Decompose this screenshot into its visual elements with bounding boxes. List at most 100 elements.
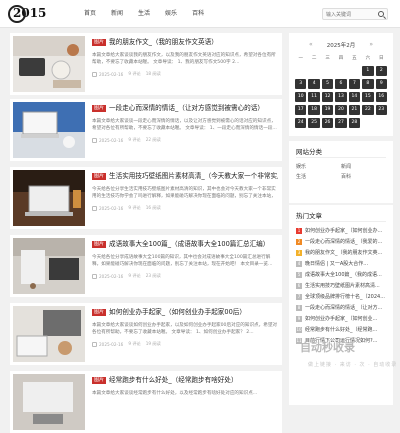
post-date: 2025-02-16 (99, 273, 124, 279)
calendar-day[interactable]: 2 (375, 66, 387, 76)
post-meta: 2025-02-16 9 评论 16 阅读 (92, 205, 278, 211)
category-badge[interactable]: 图片 (92, 173, 107, 180)
calendar-day[interactable]: 7 (348, 79, 361, 89)
category-badge[interactable]: 图片 (92, 309, 107, 316)
calendar-day[interactable]: 12 (321, 92, 334, 102)
post-title[interactable]: 图片生活实用技巧壁纸图片素材高清_（今天教大家一个非常实用的生活... (92, 171, 278, 181)
post-views: 19 阅读 (145, 341, 161, 346)
search-icon[interactable] (378, 11, 384, 17)
post-excerpt: 本篇文章给大家谈谈如何创业办手起家，以及如何创业办手起家00后对应的知识点，希望… (92, 323, 278, 335)
calendar-day[interactable]: 18 (308, 105, 320, 115)
category-link[interactable]: 百科 (341, 173, 386, 180)
list-item[interactable]: 8 一段走心而深情的情话_（让对方... (296, 302, 388, 313)
calendar-weekday: 一 (298, 56, 303, 61)
post-thumbnail[interactable] (13, 36, 85, 92)
post-meta: 2025-02-16 9 评论 19 阅读 (92, 341, 278, 347)
calendar-header: « 2025年2月 » (289, 41, 393, 49)
post-list: 图片 我的朋友作文_（我的朋友作文英语） 本篇文章给大家谈谈我的朋友作文，以及我的… (10, 33, 282, 433)
calendar-weekday: 二 (311, 56, 317, 61)
calendar-weekday: 五 (352, 56, 357, 61)
calendar-day[interactable]: 10 (295, 92, 307, 102)
calendar-day[interactable]: 14 (348, 92, 361, 102)
post-thumbnail[interactable] (13, 238, 85, 294)
calendar-day[interactable]: 28 (348, 118, 361, 128)
nav-item-news[interactable]: 新闻 (111, 0, 123, 28)
post-comments: 9 评论 (128, 71, 141, 76)
calendar-day[interactable]: 6 (335, 79, 347, 89)
category-link[interactable]: 娱乐 (296, 163, 341, 170)
post-card: 图片 成语故事大全100篇_（成语故事大全100篇汇总汇编） 今天给各位分享成语故… (10, 235, 282, 297)
divider (296, 157, 386, 158)
nav-item-home[interactable]: 首页 (84, 0, 96, 28)
calendar-day[interactable]: 15 (362, 92, 374, 102)
post-thumbnail[interactable] (13, 306, 85, 362)
calendar-day[interactable]: 5 (321, 79, 334, 89)
calendar-day[interactable]: 27 (335, 118, 347, 128)
calendar-day[interactable]: 19 (321, 105, 334, 115)
post-comments: 9 评论 (128, 137, 141, 142)
post-excerpt: 今天给各位分享成语故事大全100篇的知识，其中也会对成语故事大全100篇汇总进行… (92, 255, 273, 267)
post-date: 2025-02-16 (99, 137, 124, 143)
list-item[interactable]: 7 全球顶级品牌排行榜十名_（2024... (296, 291, 388, 302)
search-input[interactable] (326, 10, 374, 19)
category-link[interactable]: 生活 (296, 173, 341, 180)
list-item[interactable]: 3 我的朋友作文_（我的朋友作文英... (296, 247, 388, 258)
site-logo[interactable]: 2015 (8, 4, 48, 24)
avatar (92, 205, 97, 211)
category-widget: 网站分类 娱乐 新闻 生活 百科 (289, 141, 393, 203)
nav-item-encyclopedia[interactable]: 百科 (192, 0, 204, 28)
category-badge[interactable]: 图片 (92, 39, 107, 46)
calendar-day[interactable]: 23 (375, 105, 387, 115)
post-title[interactable]: 图片 一段走心而深情的情话_（让对方感觉到被需心的话） (92, 103, 278, 113)
post-thumbnail[interactable] (13, 374, 85, 430)
calendar-next-icon[interactable]: » (369, 41, 373, 48)
nav-item-entertainment[interactable]: 娱乐 (165, 0, 177, 28)
calendar-day[interactable]: 16 (375, 92, 387, 102)
post-comments: 9 评论 (128, 273, 141, 278)
calendar-day[interactable]: 3 (295, 79, 307, 89)
calendar-prev-icon[interactable]: « (309, 41, 313, 48)
calendar-day[interactable]: 1 (362, 66, 374, 76)
post-thumbnail[interactable] (13, 102, 85, 158)
list-item[interactable]: 5 成语故事大全100篇_（我的成语... (296, 269, 388, 280)
nav-item-life[interactable]: 生活 (138, 0, 150, 28)
category-badge[interactable]: 图片 (92, 377, 107, 384)
watermark-logo: 自动秒收录 (300, 341, 355, 354)
calendar-day[interactable]: 4 (308, 79, 320, 89)
post-meta: 2025-02-16 9 评论 22 阅读 (92, 137, 278, 143)
calendar-day (295, 66, 306, 76)
calendar-day[interactable]: 24 (295, 118, 307, 128)
list-item[interactable]: 6 生活实用技巧壁纸图片素材高清... (296, 280, 388, 291)
post-title[interactable]: 图片 成语故事大全100篇_（成语故事大全100篇汇总汇编） (92, 239, 278, 249)
calendar-day[interactable]: 21 (348, 105, 361, 115)
calendar-day[interactable]: 25 (308, 118, 320, 128)
calendar-day[interactable]: 26 (321, 118, 334, 128)
calendar-day[interactable]: 20 (335, 105, 347, 115)
category-link[interactable]: 新闻 (341, 163, 386, 170)
list-item[interactable]: 9 如何创业办手起家_（如何创业... (296, 313, 388, 324)
list-item[interactable]: 2 一段走心而深情的情话_（我爱的... (296, 236, 388, 247)
list-item[interactable]: 4 晚日情侣 | 又一A股大合作... (296, 258, 388, 269)
post-thumbnail[interactable] (13, 170, 85, 226)
calendar-day[interactable]: 8 (362, 79, 374, 89)
post-title[interactable]: 图片 如何创业办手起家_（如何创业办手起家00后） (92, 307, 278, 317)
calendar-day[interactable]: 22 (362, 105, 374, 115)
calendar-day (335, 66, 346, 76)
category-list: 娱乐 新闻 生活 百科 (296, 163, 386, 180)
post-comments: 9 评论 (128, 205, 141, 210)
calendar-widget: « 2025年2月 » 一二三四五六日 1 2 3 4 5 6 7 8 9 10 11 12 13 14 15… (289, 33, 393, 136)
category-badge[interactable]: 图片 (92, 105, 107, 112)
calendar-day[interactable]: 9 (375, 79, 387, 89)
calendar-weekday: 三 (325, 56, 330, 61)
post-title[interactable]: 图片 经常跑步有什么好处_（经常跑步有啥好处） (92, 375, 278, 385)
calendar-day[interactable]: 11 (308, 92, 320, 102)
post-views: 23 阅读 (145, 273, 161, 278)
list-item[interactable]: 1 如何创业办手起家_（如何创业办... (296, 225, 388, 236)
calendar-day[interactable]: 17 (295, 105, 307, 115)
post-title[interactable]: 图片 我的朋友作文_（我的朋友作文英语） (92, 37, 278, 47)
post-card: 图片 我的朋友作文_（我的朋友作文英语） 本篇文章给大家谈谈我的朋友作文，以及我的… (10, 33, 282, 95)
post-views: 18 阅读 (145, 71, 161, 76)
calendar-day[interactable]: 13 (335, 92, 347, 102)
list-item[interactable]: 10 经常跑步有什么好处_（经常跑... (296, 324, 388, 335)
category-badge[interactable]: 图片 (92, 241, 107, 248)
